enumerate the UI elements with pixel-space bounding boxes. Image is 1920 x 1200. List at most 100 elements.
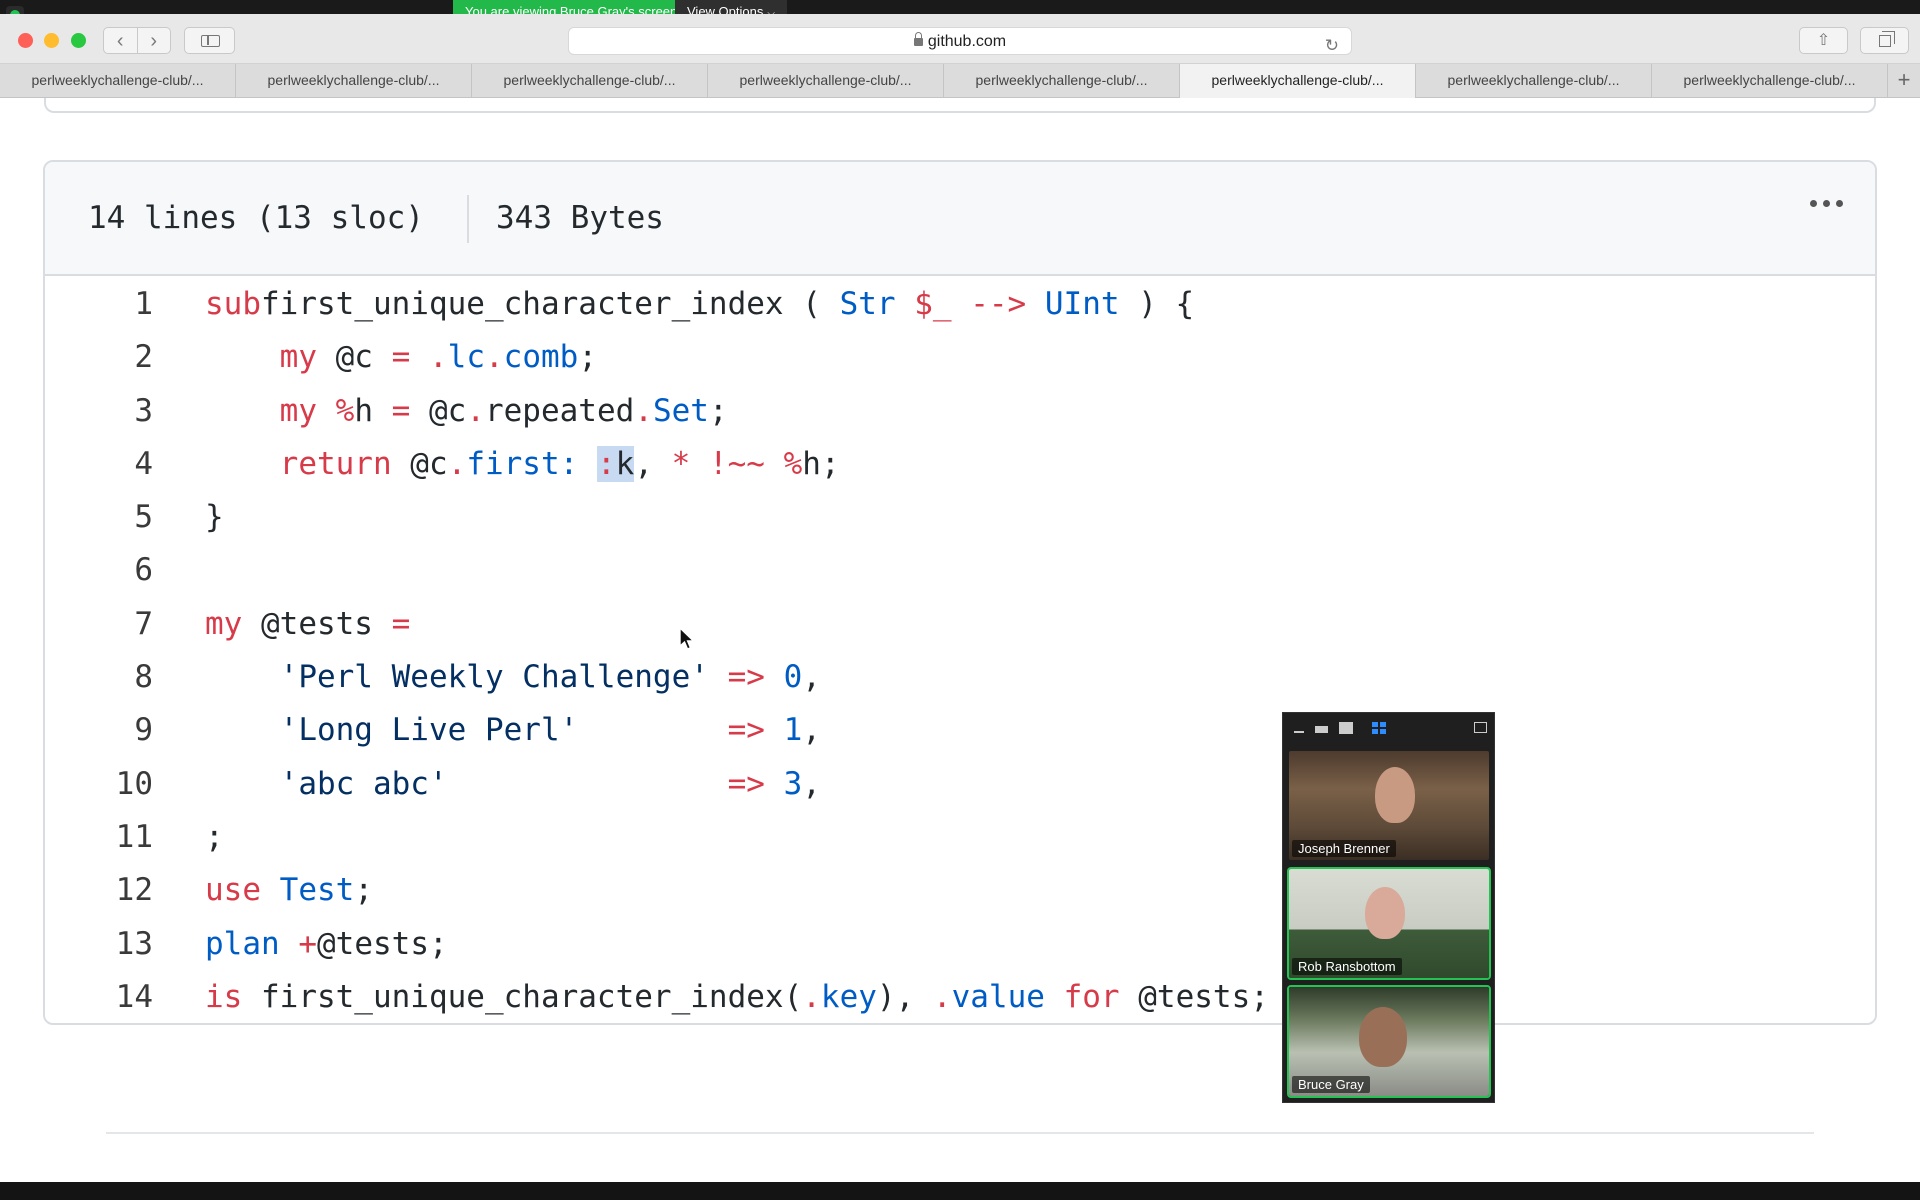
minimize-video-icon[interactable] xyxy=(1294,731,1304,733)
code-token: $_ --> xyxy=(895,286,1045,322)
expand-panel-icon[interactable] xyxy=(1474,722,1487,733)
line-number[interactable]: 4 xyxy=(45,438,153,491)
code-token: * !~~ % xyxy=(671,445,803,482)
participant-tile[interactable]: Joseph Brenner xyxy=(1287,749,1491,862)
line-number[interactable]: 6 xyxy=(45,544,153,597)
code-token: is xyxy=(205,978,243,1015)
participant-tile[interactable]: Rob Ransbottom xyxy=(1287,867,1491,980)
sidebar-icon xyxy=(201,35,220,47)
chevron-left-icon: ‹ xyxy=(116,29,124,52)
code-token: 1 xyxy=(783,712,803,749)
browser-tab[interactable]: perlweeklychallenge-club/... xyxy=(708,64,944,98)
line-source: my %h = @c.repeated.Set; xyxy=(205,385,728,438)
browser-toolbar: ‹ › github.com ↻ ⇧ xyxy=(0,14,1920,64)
share-button[interactable]: ⇧ xyxy=(1799,27,1848,54)
file-viewer: 14 lines (13 sloc) 343 Bytes 1 subfirst_u… xyxy=(43,160,1877,1025)
browser-tab[interactable]: perlweeklychallenge-club/... xyxy=(1652,64,1888,98)
code-token: my xyxy=(279,339,317,376)
participant-name: Rob Ransbottom xyxy=(1292,958,1402,975)
line-number[interactable]: 8 xyxy=(45,651,153,704)
code-token: @c xyxy=(316,339,392,376)
show-tabs-button[interactable] xyxy=(1860,27,1909,54)
header-divider xyxy=(467,195,469,243)
participant-name: Bruce Gray xyxy=(1292,1076,1370,1093)
line-number[interactable]: 7 xyxy=(45,598,153,651)
line-source: return @c.first: :k, * !~~ %h; xyxy=(205,438,840,491)
code-token: ; xyxy=(708,392,728,429)
participant-tile[interactable]: Bruce Gray xyxy=(1287,985,1491,1098)
code-token: value xyxy=(951,978,1045,1015)
line-number[interactable]: 1 xyxy=(45,278,153,331)
browser-tab[interactable]: perlweeklychallenge-club/... xyxy=(944,64,1180,98)
line-source: 'Long Live Perl' => 1, xyxy=(205,704,821,757)
code-token: , xyxy=(802,659,821,696)
code-token: . xyxy=(932,978,952,1015)
code-token: @tests; xyxy=(1119,978,1269,1015)
fullscreen-window-button[interactable] xyxy=(71,33,86,48)
line-source: is first_unique_character_index(.key), .… xyxy=(205,971,1269,1023)
line-source: my @tests = xyxy=(205,598,410,651)
line-number[interactable]: 12 xyxy=(45,864,153,917)
gallery-view-icon[interactable] xyxy=(1372,722,1386,734)
code-line: 6 xyxy=(45,544,1875,597)
screen-share-banner xyxy=(0,0,1920,14)
line-source: plan +@tests; xyxy=(205,918,448,971)
browser-tab[interactable]: perlweeklychallenge-club/... xyxy=(236,64,472,98)
hide-video-icon[interactable] xyxy=(1315,726,1328,733)
line-number[interactable]: 14 xyxy=(45,971,153,1023)
video-panel: Joseph Brenner Rob Ransbottom Bruce Gray xyxy=(1282,712,1495,1103)
video-panel-controls xyxy=(1283,713,1494,743)
line-number[interactable]: 2 xyxy=(45,331,153,384)
code-token: first_unique_character_index( xyxy=(242,978,803,1015)
code-token: k xyxy=(615,445,635,482)
file-size-info: 343 Bytes xyxy=(496,200,664,236)
line-number[interactable]: 13 xyxy=(45,918,153,971)
code-token: , xyxy=(802,712,821,749)
code-line: 4 return @c.first: :k, * !~~ %h; xyxy=(45,438,1875,491)
code-token: . xyxy=(428,339,448,376)
back-button[interactable]: ‹ xyxy=(104,28,137,53)
code-token: => xyxy=(727,712,784,749)
browser-tab[interactable]: perlweeklychallenge-club/... xyxy=(472,64,708,98)
participant-name: Joseph Brenner xyxy=(1292,840,1396,857)
file-lines-info: 14 lines (13 sloc) xyxy=(88,200,424,236)
browser-tab[interactable]: perlweeklychallenge-club/... xyxy=(1180,64,1416,98)
browser-tab[interactable]: perlweeklychallenge-club/... xyxy=(0,64,236,98)
line-number[interactable]: 10 xyxy=(45,758,153,811)
code-token: my xyxy=(279,392,317,429)
speaker-view-icon[interactable] xyxy=(1339,722,1353,734)
reload-icon[interactable]: ↻ xyxy=(1325,32,1339,59)
participant-face xyxy=(1365,887,1405,939)
line-number[interactable]: 11 xyxy=(45,811,153,864)
address-bar[interactable]: github.com ↻ xyxy=(568,27,1352,55)
page-divider xyxy=(106,1132,1814,1134)
code-token: , xyxy=(802,765,821,802)
forward-button[interactable]: › xyxy=(136,28,171,53)
code-token: comb xyxy=(503,339,579,376)
browser-tab[interactable]: perlweeklychallenge-club/... xyxy=(1416,64,1652,98)
line-number[interactable]: 3 xyxy=(45,385,153,438)
code-token: . xyxy=(466,392,485,429)
tab-bar: perlweeklychallenge-club/... perlweeklych… xyxy=(0,64,1920,98)
line-number[interactable]: 9 xyxy=(45,704,153,757)
new-tab-button[interactable]: + xyxy=(1888,64,1920,97)
file-header: 14 lines (13 sloc) 343 Bytes xyxy=(45,162,1875,276)
code-token: repeated xyxy=(484,392,635,429)
more-options-icon[interactable] xyxy=(1810,200,1843,207)
minimize-window-button[interactable] xyxy=(44,33,59,48)
code-line: 8 'Perl Weekly Challenge' => 0, xyxy=(45,651,1875,704)
code-token: , xyxy=(634,445,672,482)
close-window-button[interactable] xyxy=(18,33,33,48)
code-token: % xyxy=(316,392,355,429)
code-token: => xyxy=(708,659,784,696)
code-token: ; xyxy=(354,872,373,909)
line-number[interactable]: 5 xyxy=(45,491,153,544)
code-line: 10 'abc abc' => 3, xyxy=(45,758,1875,811)
sidebar-toggle-button[interactable] xyxy=(184,27,235,54)
code-line: 13 plan +@tests; xyxy=(45,918,1875,971)
